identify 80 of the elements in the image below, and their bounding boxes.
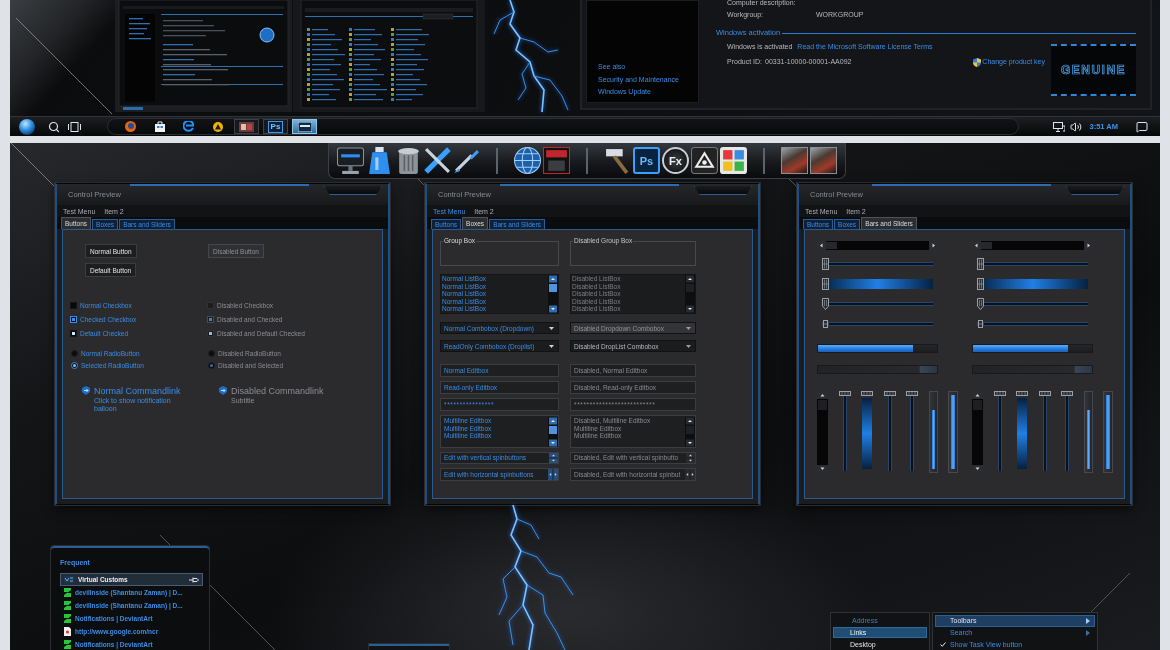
logo-icon[interactable]: [691, 147, 718, 174]
photo-placeholder[interactable]: [810, 147, 837, 174]
slider-thumb[interactable]: [861, 390, 873, 396]
arrow-icon[interactable]: [219, 386, 227, 395]
taskbar-button[interactable]: Ps: [263, 119, 288, 134]
photo-placeholder[interactable]: [781, 147, 808, 174]
globe-icon: [125, 121, 136, 132]
caption-button[interactable]: [1066, 186, 1124, 195]
caption-button[interactable]: [694, 186, 752, 195]
slider-thumb[interactable]: [1038, 390, 1051, 396]
zigzag-icon: [64, 601, 71, 610]
checkbox[interactable]: [70, 315, 77, 323]
window-thumbnail-drawing[interactable]: [115, 0, 292, 112]
spin-buttons[interactable]: [685, 469, 695, 480]
slider-thumb[interactable]: [977, 298, 984, 310]
slider-thumb[interactable]: [838, 390, 851, 396]
genuine-badge: GENUINE: [1051, 44, 1136, 96]
brush-icon[interactable]: [453, 147, 480, 174]
caption-button[interactable]: [324, 186, 382, 195]
start-orb-icon[interactable]: [19, 118, 35, 135]
slider-thumb[interactable]: [883, 390, 896, 396]
radio-button[interactable]: [71, 361, 78, 369]
hammer-icon[interactable]: [604, 147, 631, 174]
slider-thumb[interactable]: [993, 390, 1006, 396]
dropdown-arrow-icon[interactable]: [549, 326, 554, 330]
slider-thumb[interactable]: [906, 390, 918, 396]
app-tile[interactable]: Fx: [662, 147, 689, 174]
swirl-icon: [183, 121, 194, 132]
slider-thumb[interactable]: [1016, 390, 1028, 396]
tools-icon[interactable]: [424, 147, 451, 174]
slider-track[interactable]: [822, 278, 933, 290]
search-icon[interactable]: [48, 120, 60, 133]
slider-thumb[interactable]: [822, 298, 829, 310]
arrow-icon[interactable]: [82, 386, 90, 395]
spin-buttons[interactable]: [549, 453, 558, 463]
monitor-icon[interactable]: [337, 147, 364, 174]
pin-icon[interactable]: [189, 576, 199, 583]
notification-icon[interactable]: [1136, 120, 1148, 133]
scrollbar[interactable]: [548, 275, 558, 313]
logo-icon: [64, 576, 74, 583]
slider-track[interactable]: [977, 278, 1088, 290]
task-view-icon[interactable]: [68, 121, 81, 132]
volume-icon[interactable]: [1069, 120, 1082, 133]
spin-buttons[interactable]: [548, 469, 558, 480]
trash-can-icon[interactable]: [395, 147, 422, 174]
color-grid-icon[interactable]: [720, 147, 747, 174]
scrollbar[interactable]: [548, 417, 558, 447]
command-link[interactable]: Normal Commandlink: [94, 386, 181, 397]
slider-thumb[interactable]: [822, 258, 829, 270]
shield-icon: [973, 57, 982, 67]
slider-thumb[interactable]: [1061, 390, 1073, 396]
checkbox[interactable]: [70, 329, 77, 337]
scrollbar[interactable]: [685, 417, 695, 447]
page-icon: [64, 627, 71, 636]
globe-icon[interactable]: [514, 147, 541, 174]
dropdown-arrow-icon[interactable]: [549, 344, 554, 348]
shopping-bag-icon: [154, 121, 165, 132]
checkbox[interactable]: [70, 301, 77, 309]
zigzag-icon: [64, 614, 71, 623]
window-thumbnail-drawing[interactable]: [293, 0, 485, 112]
slider-thumb[interactable]: [822, 278, 829, 290]
taskbar-button[interactable]: [234, 119, 259, 134]
zigzag-icon: [64, 588, 71, 597]
slider-thumb[interactable]: [977, 318, 984, 330]
slider-thumb[interactable]: [822, 318, 829, 330]
taskbar-button[interactable]: [292, 119, 317, 134]
network-icon[interactable]: [1052, 121, 1065, 132]
slider-thumb[interactable]: [977, 278, 984, 290]
zigzag-icon: [64, 640, 71, 649]
dropdown-arrow-icon[interactable]: [686, 344, 691, 348]
window-icon: [297, 121, 312, 132]
spin-buttons[interactable]: [686, 453, 695, 463]
slider-thumb[interactable]: [977, 258, 984, 270]
bottle-icon[interactable]: [366, 147, 393, 174]
radio-button[interactable]: [71, 349, 78, 357]
scrollbar[interactable]: [685, 275, 695, 313]
dropdown-arrow-icon[interactable]: [686, 326, 691, 330]
disc-icon: [212, 121, 223, 132]
picture-icon: [239, 121, 254, 132]
app-tile[interactable]: Ps: [633, 147, 660, 174]
